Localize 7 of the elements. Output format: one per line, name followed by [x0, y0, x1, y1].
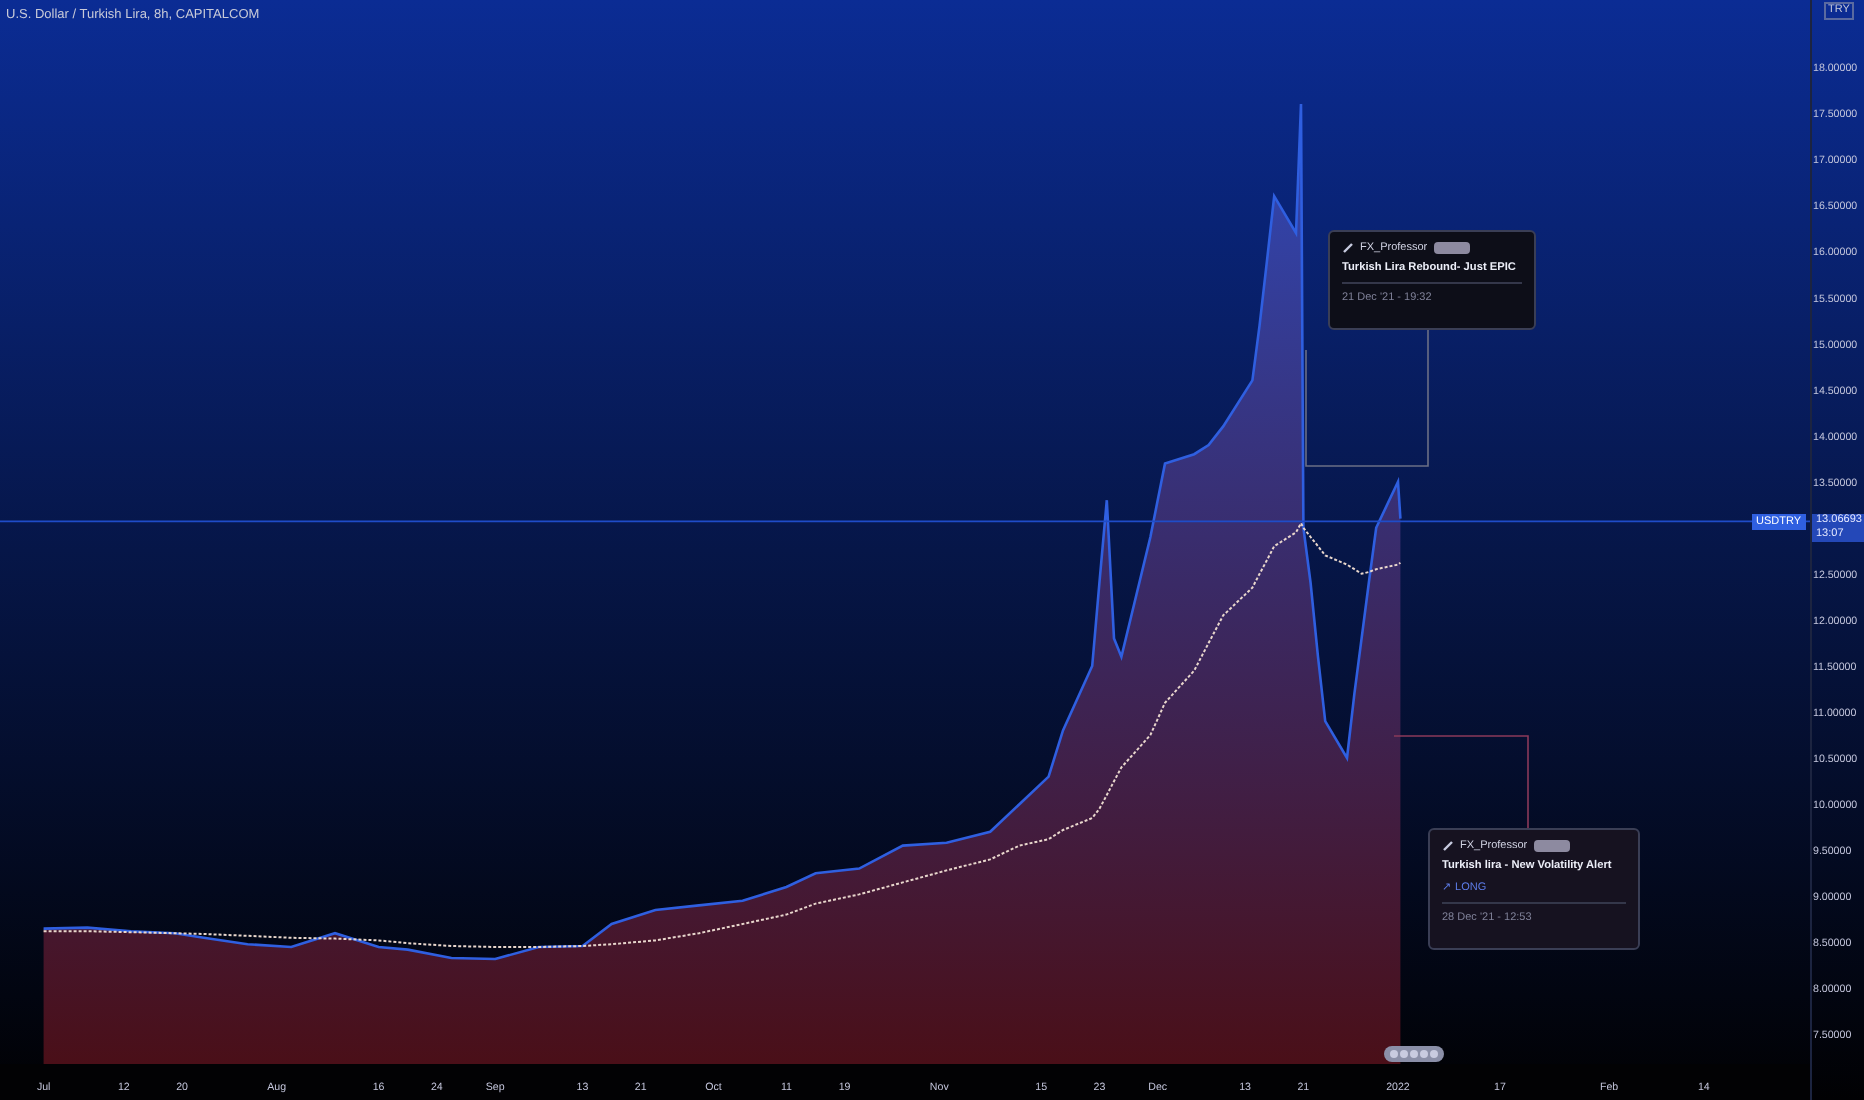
hidden-badge [1533, 840, 1570, 852]
hidden-badge [1433, 242, 1470, 254]
pencil-icon [1342, 242, 1354, 254]
leader-line [1305, 327, 1429, 467]
leader-line [1393, 735, 1529, 831]
pencil-icon [1442, 840, 1454, 852]
event-markers-icon[interactable] [1384, 1046, 1444, 1062]
